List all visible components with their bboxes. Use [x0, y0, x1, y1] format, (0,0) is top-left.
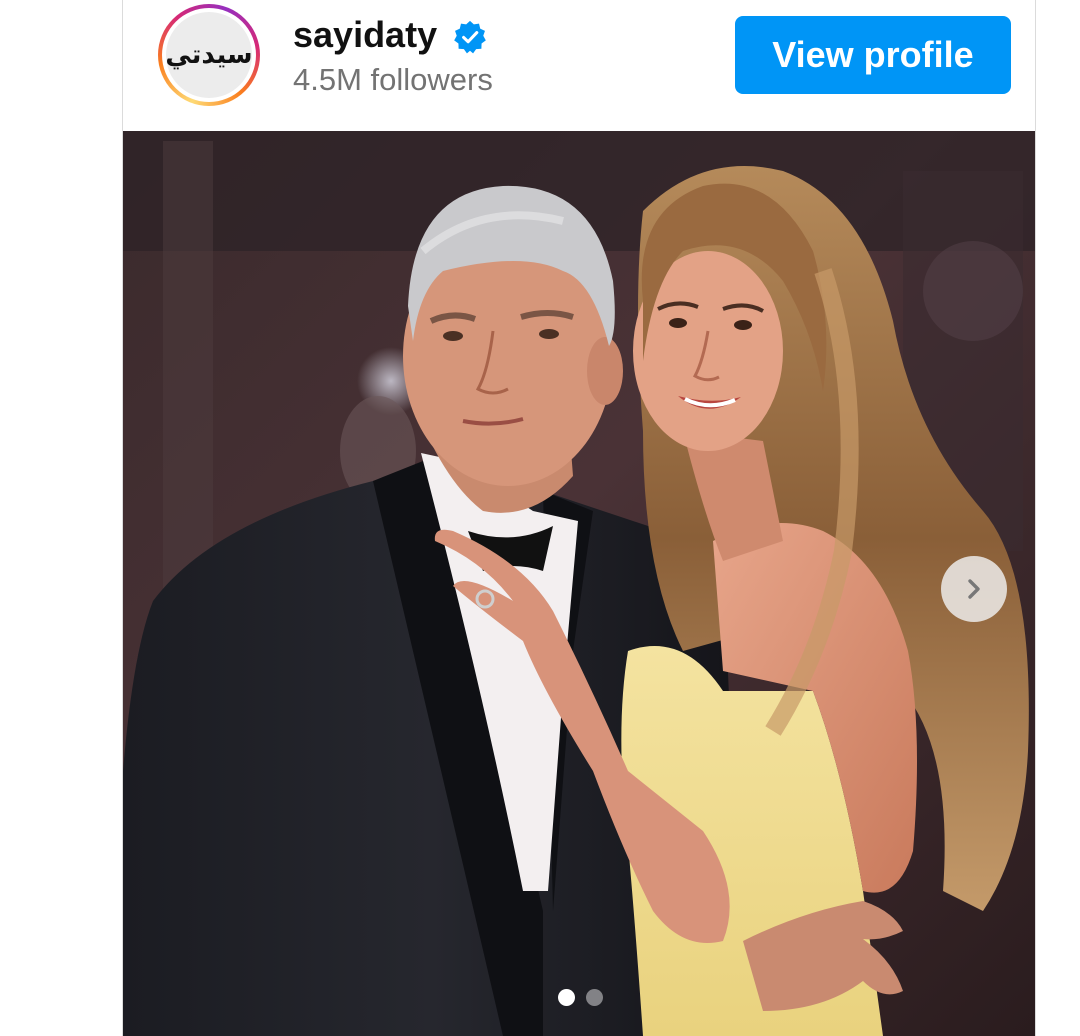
account-username[interactable]: sayidaty	[293, 12, 437, 58]
carousel-dot-active[interactable]	[557, 989, 575, 1006]
post-header: سيدتي sayidaty 4.5M followers View profi…	[123, 0, 1035, 131]
follower-count: 4.5M followers	[293, 62, 493, 97]
instagram-embed-card: سيدتي sayidaty 4.5M followers View profi…	[122, 0, 1036, 1036]
photo-illustration	[123, 131, 1035, 1036]
avatar-logo: سيدتي	[165, 12, 254, 98]
carousel-dot[interactable]	[585, 989, 603, 1006]
profile-avatar[interactable]: سيدتي	[158, 4, 260, 106]
avatar-border: سيدتي	[162, 8, 256, 102]
next-slide-button[interactable]	[941, 556, 1007, 622]
carousel-indicator	[123, 989, 1035, 1006]
page: سيدتي sayidaty 4.5M followers View profi…	[0, 0, 1080, 1036]
view-profile-button[interactable]: View profile	[735, 16, 1011, 94]
post-photo[interactable]	[123, 131, 1035, 1036]
chevron-right-icon	[968, 579, 980, 599]
verified-badge-icon	[454, 20, 486, 54]
